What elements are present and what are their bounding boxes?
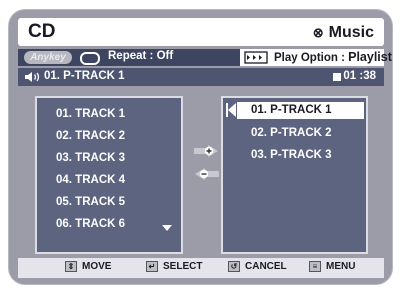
track-list-item[interactable]: 02. TRACK 2 <box>37 126 181 146</box>
mode-label: ⊗ Music <box>313 24 374 42</box>
cancel-return-icon: ↺ <box>228 261 240 272</box>
selection-arrow-icon <box>226 103 236 117</box>
control-hints-bar: ⇕ MOVE ↵ SELECT ↺ CANCEL ≡ MENU <box>18 258 384 278</box>
music-note-icon: ⊗ <box>312 25 324 40</box>
now-playing-bar: 01. P-TRACK 1 01 :38 <box>18 68 384 86</box>
menu-hint: ≡ MENU <box>309 261 355 272</box>
track-list-item[interactable]: 01. TRACK 1 <box>37 104 181 124</box>
menu-hint-label: MENU <box>326 261 356 272</box>
playlist-item[interactable]: 03. P-TRACK 3 <box>223 145 366 165</box>
select-hint-label: SELECT <box>163 261 203 272</box>
play-option-label: Play Option : <box>274 52 349 64</box>
playlist-item[interactable]: 02. P-TRACK 2 <box>223 123 366 143</box>
playlist-item-selected[interactable]: 01. P-TRACK 1 <box>237 102 364 119</box>
play-option-text: Play Option : Playlist <box>274 50 392 64</box>
play-option-icon <box>244 51 268 64</box>
cancel-hint: ↺ CANCEL <box>228 261 287 272</box>
move-hint-label: MOVE <box>82 261 112 272</box>
repeat-status[interactable]: Repeat : Off <box>108 50 173 62</box>
track-list-item[interactable]: 03. TRACK 3 <box>37 148 181 168</box>
select-enter-icon: ↵ <box>146 261 158 272</box>
select-hint: ↵ SELECT <box>146 261 202 272</box>
source-label: CD <box>28 21 56 42</box>
add-to-playlist-icon[interactable] <box>194 145 218 157</box>
mode-text: Music <box>328 24 374 41</box>
repeat-icon[interactable] <box>80 52 100 65</box>
stop-icon <box>333 73 341 81</box>
options-bar: Anykey Repeat : Off Play Option : Playli… <box>18 49 392 66</box>
track-list-item[interactable]: 06. TRACK 6 <box>37 214 181 234</box>
play-option-value: Playlist <box>348 50 392 64</box>
title-bar: CD ⊗ Music <box>18 18 384 46</box>
scroll-down-icon[interactable] <box>162 225 172 231</box>
anykey-button[interactable]: Anykey <box>24 51 72 64</box>
track-list-panel: 01. TRACK 1 02. TRACK 2 03. TRACK 3 04. … <box>35 96 183 254</box>
remove-from-playlist-icon[interactable] <box>195 168 219 180</box>
play-time: 01 :38 <box>343 70 376 82</box>
cd-playlist-screen: CD ⊗ Music Anykey Repeat : Off Play Opti… <box>9 10 392 284</box>
play-option-box[interactable]: Play Option : Playlist <box>240 49 392 66</box>
now-playing-track: 01. P-TRACK 1 <box>44 70 125 82</box>
speaker-icon <box>25 72 40 82</box>
menu-icon: ≡ <box>309 261 321 272</box>
move-arrows-icon: ⇕ <box>65 261 77 272</box>
track-list-item[interactable]: 05. TRACK 5 <box>37 192 181 212</box>
move-hint: ⇕ MOVE <box>65 261 111 272</box>
track-list-item[interactable]: 04. TRACK 4 <box>37 170 181 190</box>
playlist-panel: 01. P-TRACK 1 02. P-TRACK 2 03. P-TRACK … <box>221 96 368 254</box>
cancel-hint-label: CANCEL <box>245 261 287 272</box>
